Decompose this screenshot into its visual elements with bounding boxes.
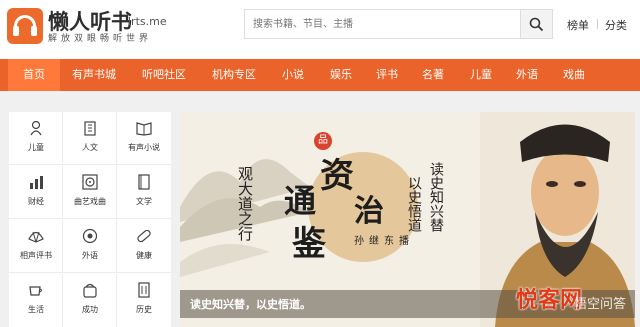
nav-item-entertainment[interactable]: 娱乐 [330,59,352,91]
banner-right-vertical-1: 读史知兴替 [428,162,444,232]
logo-slogan: 解放双眼畅听世界 [48,34,153,44]
search-box [244,9,521,39]
category-humanities[interactable]: 人文 [63,112,117,165]
category-foreign-language[interactable]: 外语 [63,220,117,273]
main-nav: 首页 有声书城 听吧社区 机构专区 小说 娱乐 评书 名著 儿童 外语 戏曲 [0,59,640,91]
category-label: 相声评书 [20,251,52,260]
category-literature[interactable]: 文学 [117,166,171,219]
category-label: 生活 [28,305,44,314]
category-label: 财经 [28,197,44,206]
banner-left-vertical: 观大道之行 [236,166,254,241]
logo-domain: lrts.me [128,15,167,28]
nav-item-classics[interactable]: 名著 [422,59,444,91]
headphone-ear-left [13,26,19,36]
nav-item-community[interactable]: 听吧社区 [142,59,186,91]
book-open-icon [136,122,152,136]
watermark-sub: 悟空问答 [574,297,627,312]
category-label: 健康 [136,251,152,260]
ranking-link[interactable]: 榜单 [567,17,589,33]
pill-icon [137,229,151,243]
banner-title-char-2: 治 [354,194,384,229]
book-icon [138,174,150,190]
category-label: 文学 [136,197,152,206]
category-life[interactable]: 生活 [9,274,63,327]
nav-item-foreign-language[interactable]: 外语 [516,59,538,91]
banner-title-char-1: 资 [320,156,354,196]
banner-caption: 读史知兴替，以史悟道。 [190,298,311,311]
building-icon [84,121,96,136]
category-label: 成功 [82,305,98,314]
scroll-icon [138,282,150,298]
category-health[interactable]: 健康 [117,220,171,273]
search-button[interactable] [521,9,553,39]
disc-icon [82,174,98,190]
category-link[interactable]: 分类 [605,17,627,33]
category-label: 儿童 [28,143,44,152]
category-label: 外语 [82,251,98,260]
search-icon [529,17,544,32]
banner-title-char-4: 鉴 [292,224,326,264]
category-label: 人文 [82,143,98,152]
nav-item-audiobook-mall[interactable]: 有声书城 [72,59,116,91]
nav-item-home[interactable]: 首页 [8,59,60,91]
globe-icon [82,228,98,244]
category-opera-arts[interactable]: 曲艺戏曲 [63,166,117,219]
nav-item-storytelling[interactable]: 评书 [376,59,398,91]
header: 懒人听书 lrts.me 解放双眼畅听世界 榜单 分类 [0,0,640,52]
category-grid: 儿童 人文 有声小说 财经 曲艺戏曲 文学 相声评书 外语 健康 生活 成功 历… [9,112,171,327]
bar-chart-icon [30,176,43,189]
watermark-logo: 悦客网 [516,288,583,313]
headphone-ear-right [31,26,37,36]
category-audio-novel[interactable]: 有声小说 [117,112,171,165]
child-icon [30,120,42,136]
category-crosstalk[interactable]: 相声评书 [9,220,63,273]
category-children[interactable]: 儿童 [9,112,63,165]
category-label: 有声小说 [128,143,160,152]
category-history[interactable]: 历史 [117,274,171,327]
bag-icon [83,283,97,298]
nav-item-novel[interactable]: 小说 [282,59,304,91]
category-success[interactable]: 成功 [63,274,117,327]
banner-author: 孙继东播 [354,236,414,247]
fan-icon [28,231,44,243]
search-input[interactable] [245,10,521,38]
logo-headphones-icon[interactable] [7,8,43,44]
header-divider [597,19,598,29]
category-finance[interactable]: 财经 [9,166,63,219]
category-label: 曲艺戏曲 [74,197,106,206]
nav-item-children[interactable]: 儿童 [470,59,492,91]
nav-item-institution[interactable]: 机构专区 [212,59,256,91]
nav-item-opera[interactable]: 戏曲 [563,59,585,91]
category-label: 历史 [136,305,152,314]
cup-icon [29,286,42,296]
banner-right-vertical-2: 以史悟道 [406,176,422,232]
